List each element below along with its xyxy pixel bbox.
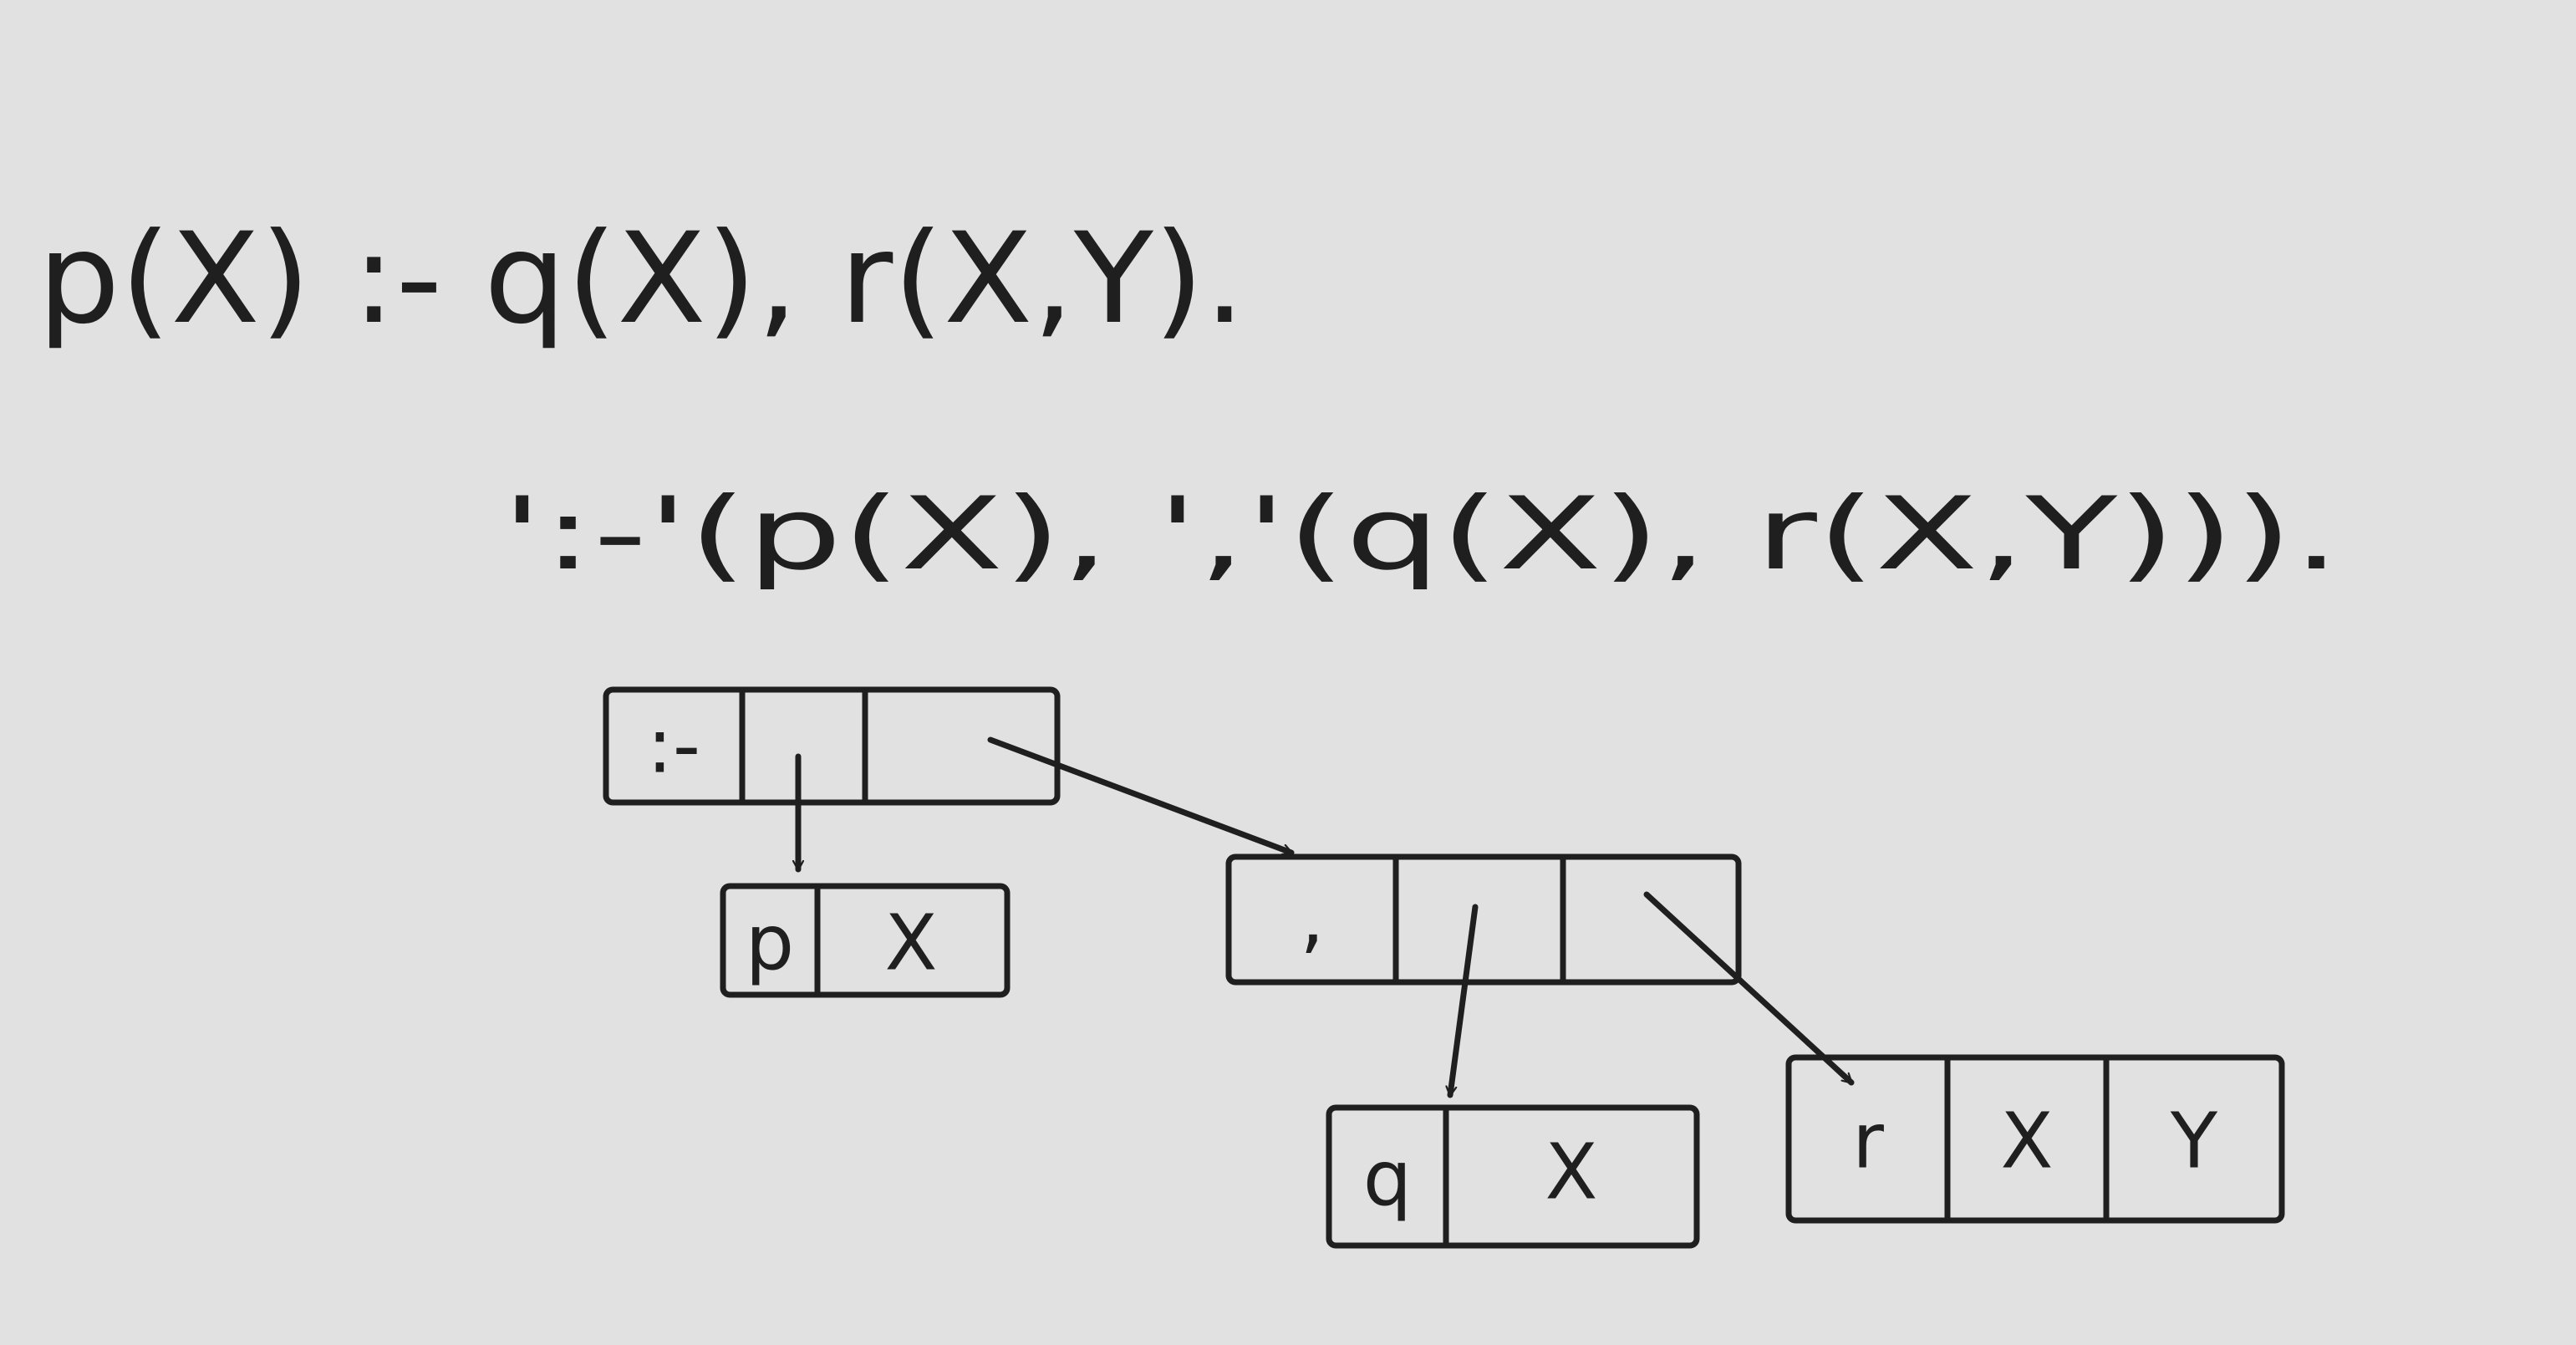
arrow-body-to-goal-r (1643, 891, 1855, 1086)
prolog-clause: p(X) :- q(X), r(X,Y). (38, 206, 1245, 352)
body-functor-label: , (1300, 874, 1324, 963)
body-structure-box: , (1225, 853, 1742, 986)
goal-r-arg2-label: Y (2170, 1097, 2218, 1186)
goal-q-arg-label: X (1545, 1128, 1597, 1217)
head-structure-box: p X (720, 883, 1011, 998)
arrow-root-to-body (987, 736, 1295, 856)
head-arg-label: X (884, 899, 937, 988)
goal-r-functor-label: r (1852, 1097, 1884, 1186)
canonical-term: ':-'(p(X), ','(q(X), r(X,Y))). (501, 476, 2340, 593)
root-structure-box: :- (603, 686, 1061, 806)
arrow-body-to-goal-q (1450, 904, 1479, 1098)
head-functor-label: p (746, 899, 794, 988)
term-structure-diagram: p(X) :- q(X), r(X,Y). ':-'(p(X), ','(q(X… (38, 206, 2340, 1249)
root-functor-label: :- (647, 701, 700, 791)
whiteboard: p(X) :- q(X), r(X,Y). ':-'(p(X), ','(q(X… (0, 0, 2576, 1345)
goal-q-structure-box: q X (1326, 1104, 1700, 1249)
goal-r-arg1-label: X (2000, 1097, 2053, 1186)
goal-r-structure-box: r X Y (1785, 1054, 2285, 1224)
goal-q-functor-label: q (1363, 1134, 1412, 1224)
